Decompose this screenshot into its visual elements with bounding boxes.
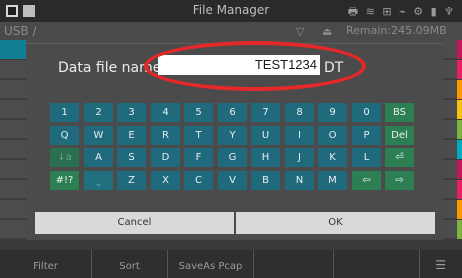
key-sym[interactable]: ⇨ — [385, 171, 414, 190]
key-n[interactable]: N — [285, 171, 314, 190]
key-u[interactable]: U — [251, 126, 280, 145]
color-stripe — [457, 140, 462, 159]
key-9[interactable]: 9 — [318, 103, 347, 122]
key-del[interactable]: Del — [385, 126, 414, 145]
softkey-saveas-pcap[interactable]: SaveAs Pcap — [168, 250, 254, 278]
softkey-empty-5[interactable] — [334, 250, 420, 278]
softkey-sort[interactable]: Sort — [92, 250, 168, 278]
menu-icon[interactable]: ☰ — [435, 258, 446, 272]
key-v[interactable]: V — [218, 171, 247, 190]
key-y[interactable]: Y — [218, 126, 247, 145]
softkey-bar: Filter Sort SaveAs Pcap ☰ — [0, 250, 462, 278]
key-r[interactable]: R — [151, 126, 180, 145]
key-g[interactable]: G — [218, 148, 247, 167]
settings-icon: ⚙ — [413, 5, 426, 18]
key-z[interactable]: Z — [117, 171, 146, 190]
power-icon: ♆ — [444, 5, 456, 18]
key-a[interactable]: A — [84, 148, 113, 167]
key-m[interactable]: M — [318, 171, 347, 190]
path-bar: USB / ▽ ⏏ Remain:245.09MB — [0, 22, 462, 40]
current-path: USB / — [4, 24, 37, 38]
key-q[interactable]: Q — [50, 126, 79, 145]
printer-icon: 🖶 — [347, 5, 361, 18]
key-5[interactable]: 5 — [184, 103, 213, 122]
key-sym[interactable]: ⏎ — [385, 148, 414, 167]
key-o[interactable]: O — [318, 126, 347, 145]
remaining-space: Remain:245.09MB — [346, 24, 447, 37]
key-c[interactable]: C — [184, 171, 213, 190]
key-a[interactable]: ↓a — [50, 148, 79, 167]
cancel-button[interactable]: Cancel — [35, 212, 234, 234]
status-icons: 🖶 ≋ ⊞ ⌁ ⚙ ▮ ♆ — [348, 3, 456, 22]
key-7[interactable]: 7 — [251, 103, 280, 122]
key-f[interactable]: F — [184, 148, 213, 167]
key-l[interactable]: L — [352, 148, 381, 167]
color-stripe — [457, 160, 462, 179]
color-stripe — [457, 100, 462, 119]
key-8[interactable]: 8 — [285, 103, 314, 122]
key-2[interactable]: 2 — [84, 103, 113, 122]
wifi-icon: ≋ — [365, 5, 377, 18]
key-h[interactable]: H — [251, 148, 280, 167]
color-stripe — [457, 120, 462, 139]
key-b[interactable]: B — [251, 171, 280, 190]
key-sym[interactable]: ⎵ — [84, 171, 113, 190]
ok-button[interactable]: OK — [236, 212, 435, 234]
key-j[interactable]: J — [285, 148, 314, 167]
filter-icon: ▽ — [296, 25, 305, 38]
color-stripe — [457, 40, 462, 59]
key-0[interactable]: 0 — [352, 103, 381, 122]
filename-dialog: Data file name: TEST1234 DT 1 2 3 4 5 6 7 8 9 0 BS… — [26, 41, 443, 240]
network-icon: ⊞ — [382, 5, 394, 18]
key-i[interactable]: I — [285, 126, 314, 145]
key-w[interactable]: W — [84, 126, 113, 145]
key-4[interactable]: 4 — [151, 103, 180, 122]
key-t[interactable]: T — [184, 126, 213, 145]
key-sym[interactable]: #!? — [50, 171, 79, 190]
highlight-annotation — [144, 41, 366, 91]
key-p[interactable]: P — [352, 126, 381, 145]
color-stripe — [457, 180, 462, 199]
selection-marker — [0, 40, 26, 59]
color-stripe — [457, 200, 462, 219]
key-x[interactable]: X — [151, 171, 180, 190]
color-stripe — [457, 60, 462, 79]
key-sym[interactable]: ⇦ — [352, 171, 381, 190]
key-s[interactable]: S — [117, 148, 146, 167]
key-bs[interactable]: BS — [385, 103, 414, 122]
usb-icon: ⌁ — [399, 5, 408, 18]
color-stripe — [457, 220, 462, 239]
key-e[interactable]: E — [117, 126, 146, 145]
sd-card-icon: ▮ — [430, 5, 439, 18]
key-d[interactable]: D — [151, 148, 180, 167]
key-1[interactable]: 1 — [50, 103, 79, 122]
key-6[interactable]: 6 — [218, 103, 247, 122]
eject-icon: ⏏ — [322, 25, 333, 38]
file-manager-screen: File Manager 🖶 ≋ ⊞ ⌁ ⚙ ▮ ♆ USB / ▽ ⏏ Rem… — [0, 0, 462, 278]
color-stripe — [457, 80, 462, 99]
key-k[interactable]: K — [318, 148, 347, 167]
softkey-filter[interactable]: Filter — [0, 250, 92, 278]
softkey-empty-4[interactable] — [254, 250, 334, 278]
key-3[interactable]: 3 — [117, 103, 146, 122]
status-bar: File Manager 🖶 ≋ ⊞ ⌁ ⚙ ▮ ♆ — [0, 0, 462, 22]
